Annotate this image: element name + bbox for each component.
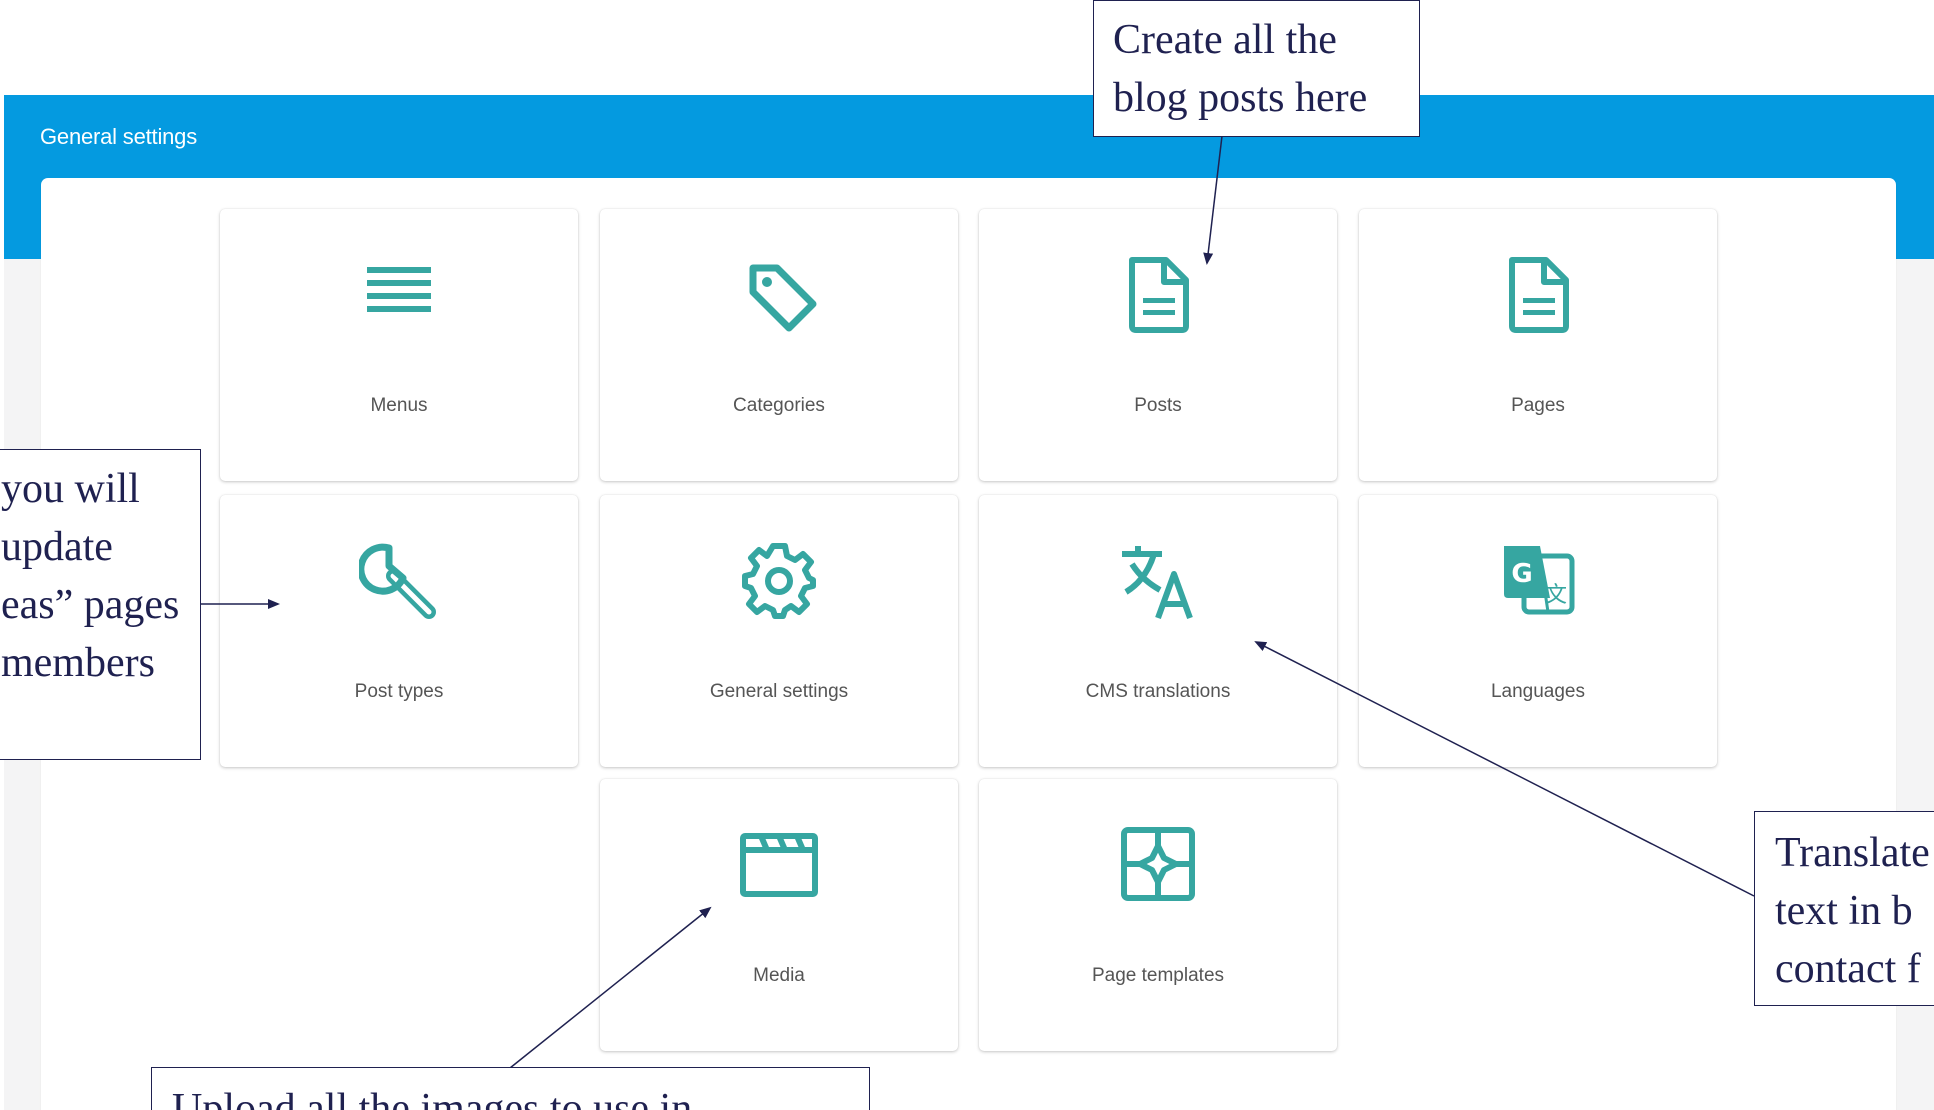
gear-icon	[739, 540, 819, 620]
translate-icon	[1118, 540, 1198, 620]
clapperboard-icon	[739, 824, 819, 904]
screenshot-canvas: General settings Menus Categories Posts …	[0, 0, 1934, 1110]
google-translate-icon: G 文	[1498, 540, 1578, 620]
tile-label: CMS translations	[1085, 681, 1231, 702]
menu-lines-icon	[359, 254, 439, 334]
tile-cms-translations[interactable]: CMS translations	[979, 495, 1337, 767]
media-callout: Upload all the images to use in	[151, 1067, 870, 1110]
document-icon	[1498, 254, 1578, 334]
tile-label: Categories	[733, 395, 825, 416]
tile-categories[interactable]: Categories	[600, 209, 958, 481]
translations-callout: Translate text in b contact f	[1754, 811, 1934, 1006]
template-icon	[1118, 824, 1198, 904]
tile-label: Menus	[370, 395, 428, 416]
tile-page-templates[interactable]: Page templates	[979, 779, 1337, 1051]
wrench-icon	[359, 540, 439, 620]
svg-text:G: G	[1511, 559, 1532, 589]
svg-text:文: 文	[1545, 583, 1567, 608]
tile-languages[interactable]: G 文 Languages	[1359, 495, 1717, 767]
tile-pages[interactable]: Pages	[1359, 209, 1717, 481]
tile-media[interactable]: Media	[600, 779, 958, 1051]
tile-posts[interactable]: Posts	[979, 209, 1337, 481]
tile-post-types[interactable]: Post types	[220, 495, 578, 767]
posts-callout: Create all the blog posts here	[1093, 0, 1420, 137]
tile-label: Pages	[1511, 395, 1565, 416]
tile-label: Languages	[1490, 681, 1586, 702]
post-types-callout: you will update eas” pages members	[0, 449, 201, 760]
tile-label: Post types	[354, 681, 444, 702]
tile-label: Posts	[1134, 395, 1182, 416]
tile-general-settings[interactable]: General settings	[600, 495, 958, 767]
tile-label: Page templates	[1091, 965, 1225, 986]
document-icon	[1118, 254, 1198, 334]
tile-label: General settings	[709, 681, 849, 702]
tile-label: Media	[753, 965, 805, 986]
tag-icon	[739, 254, 819, 334]
page-title: General settings	[40, 124, 197, 149]
tile-menus[interactable]: Menus	[220, 209, 578, 481]
